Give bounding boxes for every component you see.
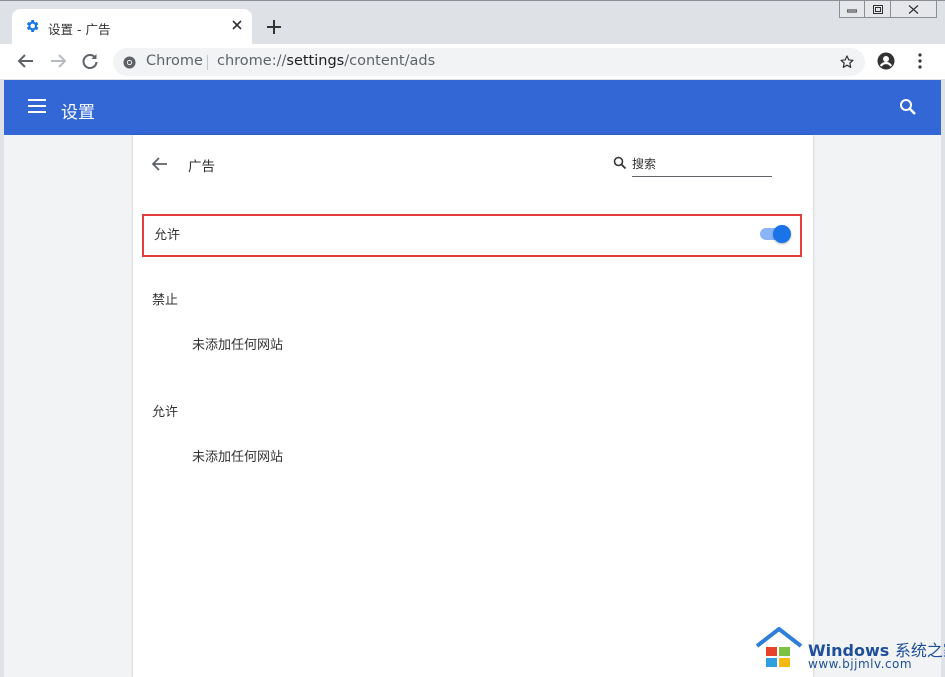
browser-toolbar: Chrome chrome://settings/content/ads (0, 44, 945, 79)
allow-ads-row: 允许 (142, 214, 802, 257)
page-title: 设置 (61, 103, 95, 123)
search-icon (613, 156, 627, 170)
omnibox-divider (207, 55, 208, 70)
settings-header: 设置 (4, 80, 941, 135)
address-bar[interactable]: Chrome chrome://settings/content/ads (113, 48, 865, 76)
profile-avatar-icon[interactable] (877, 52, 895, 70)
ads-settings-card: 广告 允许 禁止 未添加任何网站 允许 未添加任何网站 (133, 135, 813, 677)
allow-ads-label: 允许 (154, 228, 181, 243)
site-name: Chrome (146, 53, 203, 69)
house-logo-icon (755, 627, 803, 667)
url-text[interactable]: chrome://settings/content/ads (217, 53, 435, 69)
allowed-section-title: 允许 (152, 405, 179, 420)
close-icon[interactable] (230, 18, 244, 32)
allowed-empty-text: 未添加任何网站 (192, 450, 284, 465)
back-arrow-icon[interactable] (151, 155, 169, 173)
search-input[interactable] (632, 152, 772, 177)
maximize-button[interactable] (865, 1, 891, 18)
tab-strip: 设置 - 广告 (0, 0, 945, 45)
gear-icon (26, 20, 39, 32)
tab-settings[interactable]: 设置 - 广告 (12, 9, 252, 45)
window-controls (839, 1, 937, 18)
watermark-url: www.bjjmlv.com (808, 657, 913, 671)
more-menu-icon[interactable] (911, 52, 929, 70)
bookmark-star-icon[interactable] (839, 54, 855, 70)
forward-arrow-icon[interactable] (49, 52, 67, 70)
watermark: Windows 系统之家 www.bjjmlv.com (750, 624, 945, 677)
hamburger-menu-icon[interactable] (28, 99, 46, 113)
toggle-knob (773, 225, 791, 243)
allow-ads-toggle[interactable] (757, 224, 791, 244)
subpage-title: 广告 (188, 159, 215, 175)
blocked-section-title: 禁止 (152, 293, 179, 308)
url-path: /content/ads (344, 53, 436, 69)
url-host: settings (286, 53, 345, 69)
back-arrow-icon[interactable] (17, 52, 35, 70)
search-icon[interactable] (899, 98, 917, 116)
chrome-icon (123, 56, 136, 69)
reload-icon[interactable] (81, 52, 99, 70)
close-icon (908, 4, 919, 14)
new-tab-icon[interactable] (265, 18, 283, 36)
minimize-icon (847, 9, 857, 13)
url-scheme: chrome:// (217, 53, 287, 69)
restore-icon (872, 4, 883, 14)
settings-search (613, 151, 793, 177)
blocked-empty-text: 未添加任何网站 (192, 338, 284, 353)
tab-title: 设置 - 广告 (48, 22, 111, 37)
close-window-button[interactable] (891, 1, 937, 18)
minimize-button[interactable] (839, 1, 865, 18)
